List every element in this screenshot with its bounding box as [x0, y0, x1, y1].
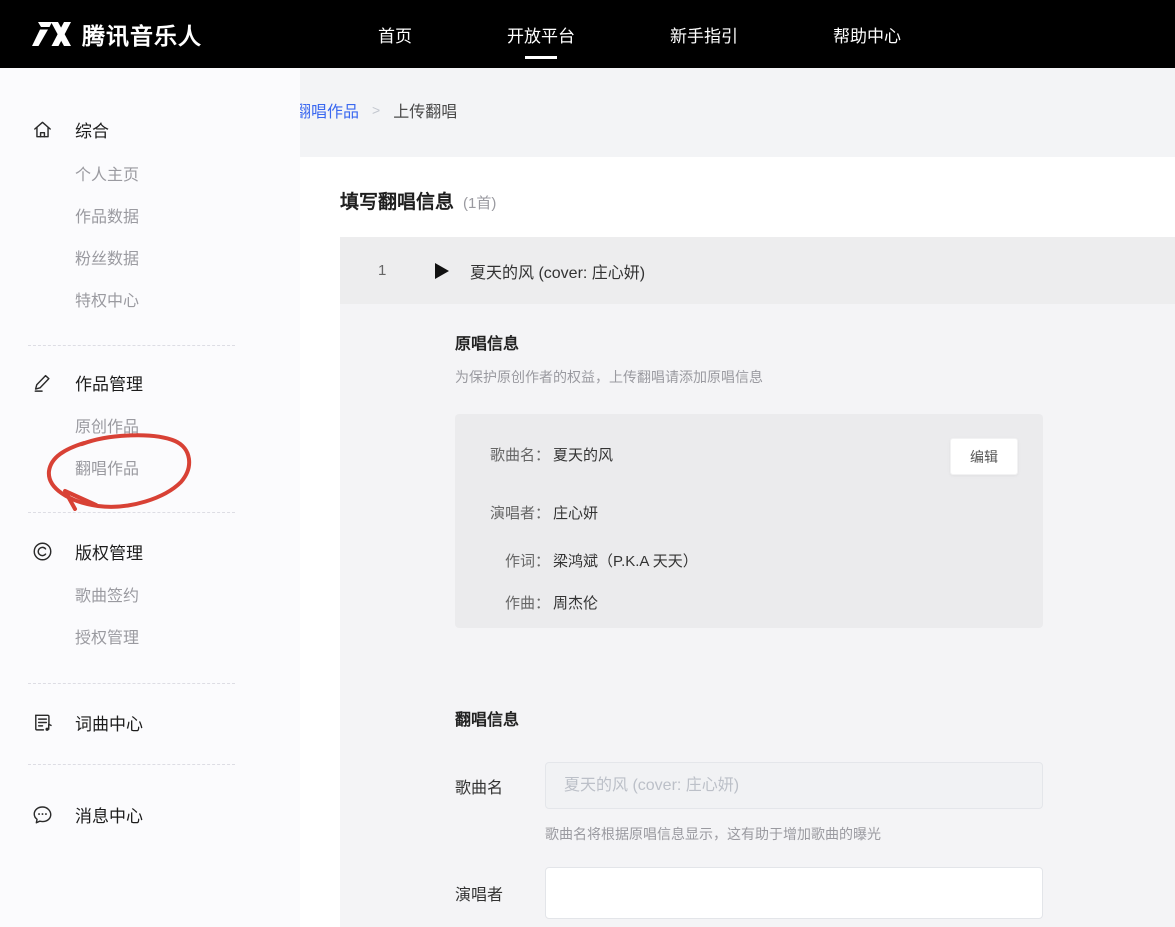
- top-navigation: 首页 开放平台 新手指引 帮助中心: [378, 0, 901, 68]
- breadcrumb: 翻唱作品 > 上传翻唱: [295, 98, 457, 122]
- sidebar-group-work-management[interactable]: 作品管理: [0, 368, 300, 396]
- sidebar-item-work-data[interactable]: 作品数据: [75, 206, 300, 230]
- cover-singer-input[interactable]: [545, 867, 1043, 919]
- sidebar-item-privilege-center[interactable]: 特权中心: [75, 290, 300, 314]
- song-name-label: 歌曲名: [455, 774, 545, 798]
- sidebar-item-song-signing[interactable]: 歌曲签约: [75, 585, 300, 609]
- sidebar-divider: [28, 764, 235, 765]
- cover-song-name-row: 歌曲名: [455, 762, 1175, 809]
- cover-info-heading: 翻唱信息: [455, 706, 1175, 730]
- song-index: 1: [378, 262, 386, 279]
- sidebar-item-personal-homepage[interactable]: 个人主页: [75, 164, 300, 188]
- song-name-helper-text: 歌曲名将根据原唱信息显示，这有助于增加歌曲的曝光: [545, 824, 1175, 844]
- home-icon: [30, 117, 54, 141]
- composer-row: 作曲： 周杰伦: [482, 594, 1043, 614]
- cover-song-name-input[interactable]: [545, 762, 1043, 809]
- singer-label: 演唱者: [455, 881, 545, 905]
- sidebar-divider: [28, 512, 235, 513]
- lyrics-icon: [30, 710, 54, 734]
- sidebar-item-authorization-management[interactable]: 授权管理: [75, 627, 300, 651]
- nav-home[interactable]: 首页: [378, 0, 412, 68]
- original-singer-row: 演唱者： 庄心妍: [482, 504, 1043, 524]
- lyricist-row: 作词： 梁鸿斌（P.K.A 天天）: [482, 552, 1043, 572]
- play-icon[interactable]: [433, 262, 451, 280]
- cover-singer-row: 演唱者: [455, 867, 1175, 919]
- edit-button[interactable]: 编辑: [950, 438, 1018, 475]
- sidebar-group-lyrics-center[interactable]: 词曲中心: [0, 708, 300, 736]
- top-header: 腾讯音乐人 首页 开放平台 新手指引 帮助中心: [0, 0, 1175, 68]
- original-info-subtitle: 为保护原创作者的权益，上传翻唱请添加原唱信息: [455, 367, 1175, 387]
- sidebar-group-copyright-management[interactable]: 版权管理: [0, 537, 300, 565]
- breadcrumb-separator: >: [372, 102, 380, 118]
- sidebar-item-cover-works[interactable]: 翻唱作品: [75, 458, 300, 482]
- nav-help-center[interactable]: 帮助中心: [833, 0, 901, 68]
- nav-beginner-guide[interactable]: 新手指引: [670, 0, 738, 68]
- logo-mark-icon: [30, 19, 72, 49]
- sidebar-divider: [28, 345, 235, 346]
- original-info-heading: 原唱信息: [455, 330, 1175, 354]
- sidebar-item-fans-data[interactable]: 粉丝数据: [75, 248, 300, 272]
- song-title: 夏天的风 (cover: 庄心妍): [470, 259, 645, 283]
- nav-open-platform[interactable]: 开放平台: [507, 0, 575, 68]
- logo-text: 腾讯音乐人: [82, 17, 202, 51]
- copyright-icon: [30, 539, 54, 563]
- song-detail-panel: 原唱信息 为保护原创作者的权益，上传翻唱请添加原唱信息 歌曲名： 夏天的风 演唱…: [340, 304, 1175, 927]
- pencil-icon: [30, 370, 54, 394]
- page-title: 填写翻唱信息 (1首): [340, 187, 496, 214]
- breadcrumb-cover-works-link[interactable]: 翻唱作品: [295, 98, 359, 122]
- sidebar-divider: [28, 683, 235, 684]
- sidebar-group-message-center[interactable]: 消息中心: [0, 800, 300, 828]
- message-icon: [30, 802, 54, 826]
- song-count: (1首): [463, 192, 496, 213]
- breadcrumb-current: 上传翻唱: [393, 98, 457, 122]
- sidebar: 综合 个人主页 作品数据 粉丝数据 特权中心 作品管理 原创作品 翻唱作品 版权…: [0, 68, 300, 927]
- content-card: 填写翻唱信息 (1首) 1 夏天的风 (cover: 庄心妍) 原唱信息 为保护…: [300, 157, 1175, 927]
- original-info-panel: 歌曲名： 夏天的风 演唱者： 庄心妍 作词： 梁鸿斌（P.K.A 天天） 作曲：…: [455, 414, 1043, 628]
- sidebar-group-overview[interactable]: 综合: [0, 115, 300, 143]
- song-row: 1 夏天的风 (cover: 庄心妍): [340, 237, 1175, 304]
- tencent-musician-logo[interactable]: 腾讯音乐人: [30, 0, 202, 68]
- sidebar-item-original-works[interactable]: 原创作品: [75, 416, 300, 440]
